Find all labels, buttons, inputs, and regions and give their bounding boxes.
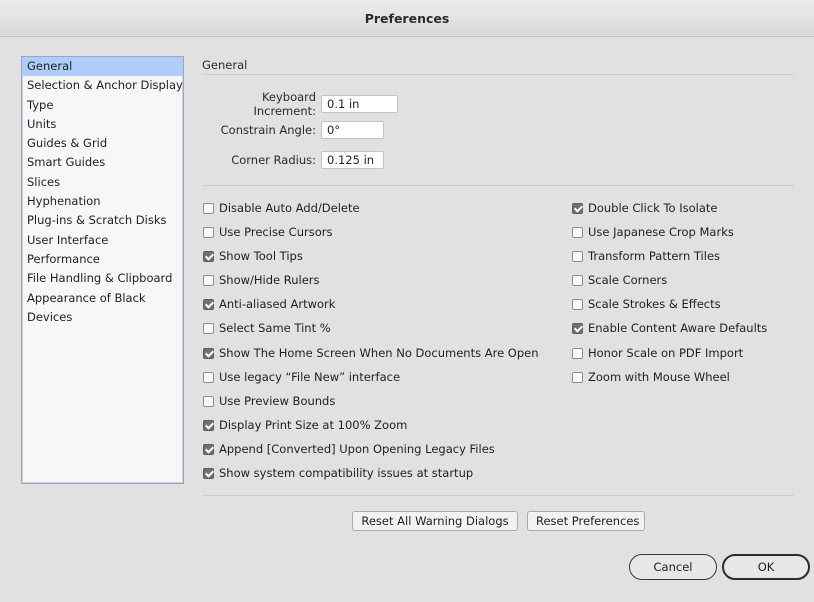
checkbox-checked-icon[interactable]: [203, 467, 214, 479]
option-double-click-to-isolate[interactable]: Double Click To Isolate: [572, 201, 717, 215]
corner-radius-input[interactable]: [321, 151, 384, 169]
checkbox-icon[interactable]: [572, 250, 583, 262]
section-divider: [202, 74, 794, 75]
cancel-button[interactable]: Cancel: [629, 554, 717, 580]
dialog-title: Preferences: [364, 10, 450, 26]
checkbox-icon[interactable]: [203, 202, 214, 214]
checkbox-checked-icon[interactable]: [203, 298, 214, 310]
sidebar-item-general[interactable]: General: [22, 57, 183, 77]
checkbox-icon[interactable]: [203, 395, 214, 407]
option-use-precise-cursors[interactable]: Use Precise Cursors: [203, 225, 332, 239]
checkbox-checked-icon[interactable]: [572, 202, 583, 214]
reset-all-warning-dialogs-button[interactable]: Reset All Warning Dialogs: [352, 511, 518, 531]
option-anti-aliased-artwork[interactable]: Anti-aliased Artwork: [203, 297, 335, 311]
option-enable-content-aware-defaults[interactable]: Enable Content Aware Defaults: [572, 321, 767, 335]
option-show-hide-rulers[interactable]: Show/Hide Rulers: [203, 273, 320, 287]
sidebar-item-file-handling-clipboard[interactable]: File Handling & Clipboard: [22, 269, 183, 288]
checkbox-icon[interactable]: [572, 226, 583, 238]
sidebar-item-guides-grid[interactable]: Guides & Grid: [22, 134, 183, 153]
option-select-same-tint[interactable]: Select Same Tint %: [203, 321, 331, 335]
sidebar-item-type[interactable]: Type: [22, 96, 183, 115]
option-show-home-screen[interactable]: Show The Home Screen When No Documents A…: [203, 346, 539, 360]
constrain-angle-input[interactable]: [321, 121, 384, 139]
keyboard-increment-input[interactable]: [321, 95, 398, 113]
checkbox-icon[interactable]: [572, 371, 583, 383]
checkbox-checked-icon[interactable]: [203, 443, 214, 455]
sidebar-item-slices[interactable]: Slices: [22, 173, 183, 192]
sidebar-item-performance[interactable]: Performance: [22, 250, 183, 269]
checkbox-icon[interactable]: [203, 322, 214, 334]
checkbox-checked-icon[interactable]: [572, 322, 583, 334]
option-show-compatibility-issues[interactable]: Show system compatibility issues at star…: [203, 466, 473, 480]
keyboard-increment-label: Keyboard Increment:: [253, 90, 316, 118]
sidebar-item-selection-anchor-display[interactable]: Selection & Anchor Display: [22, 76, 183, 95]
sidebar-item-user-interface[interactable]: User Interface: [22, 231, 183, 250]
keyboard-increment-row: Keyboard Increment:: [202, 90, 398, 118]
sidebar-item-plugins-scratch-disks[interactable]: Plug-ins & Scratch Disks: [22, 211, 183, 230]
option-use-legacy-file-new[interactable]: Use legacy “File New” interface: [203, 370, 400, 384]
corner-radius-label: Corner Radius:: [231, 153, 316, 167]
option-use-japanese-crop-marks[interactable]: Use Japanese Crop Marks: [572, 225, 734, 239]
corner-radius-row: Corner Radius:: [202, 151, 384, 169]
option-scale-strokes-effects[interactable]: Scale Strokes & Effects: [572, 297, 721, 311]
checkbox-checked-icon[interactable]: [203, 250, 214, 262]
checkbox-icon[interactable]: [203, 371, 214, 383]
checkbox-icon[interactable]: [572, 298, 583, 310]
checkbox-icon[interactable]: [203, 226, 214, 238]
reset-preferences-button[interactable]: Reset Preferences: [527, 511, 645, 531]
option-scale-corners[interactable]: Scale Corners: [572, 273, 667, 287]
option-use-preview-bounds[interactable]: Use Preview Bounds: [203, 394, 335, 408]
option-show-tool-tips[interactable]: Show Tool Tips: [203, 249, 303, 263]
category-list[interactable]: General Selection & Anchor Display Type …: [21, 56, 184, 484]
sidebar-item-appearance-of-black[interactable]: Appearance of Black: [22, 289, 183, 308]
preferences-dialog: Preferences General Selection & Anchor D…: [0, 0, 814, 602]
section-title: General: [202, 58, 248, 72]
sidebar-item-smart-guides[interactable]: Smart Guides: [22, 153, 183, 172]
checkbox-checked-icon[interactable]: [203, 347, 214, 359]
sidebar-item-devices[interactable]: Devices: [22, 308, 183, 327]
checkbox-checked-icon[interactable]: [203, 419, 214, 431]
option-transform-pattern-tiles[interactable]: Transform Pattern Tiles: [572, 249, 720, 263]
constrain-angle-row: Constrain Angle:: [202, 121, 384, 139]
option-disable-auto-add-delete[interactable]: Disable Auto Add/Delete: [203, 201, 360, 215]
checkbox-icon[interactable]: [203, 274, 214, 286]
checkbox-icon[interactable]: [572, 347, 583, 359]
option-display-print-size[interactable]: Display Print Size at 100% Zoom: [203, 418, 407, 432]
option-append-converted[interactable]: Append [Converted] Upon Opening Legacy F…: [203, 442, 495, 456]
ok-button[interactable]: OK: [722, 554, 810, 580]
sidebar-item-hyphenation[interactable]: Hyphenation: [22, 192, 183, 211]
checkbox-icon[interactable]: [572, 274, 583, 286]
constrain-angle-label: Constrain Angle:: [220, 123, 316, 137]
sidebar-item-units[interactable]: Units: [22, 115, 183, 134]
option-zoom-with-mouse-wheel[interactable]: Zoom with Mouse Wheel: [572, 370, 730, 384]
option-honor-scale-pdf-import[interactable]: Honor Scale on PDF Import: [572, 346, 743, 360]
options-divider: [202, 185, 794, 186]
title-bar[interactable]: Preferences: [0, 0, 814, 37]
buttons-divider: [202, 495, 794, 496]
